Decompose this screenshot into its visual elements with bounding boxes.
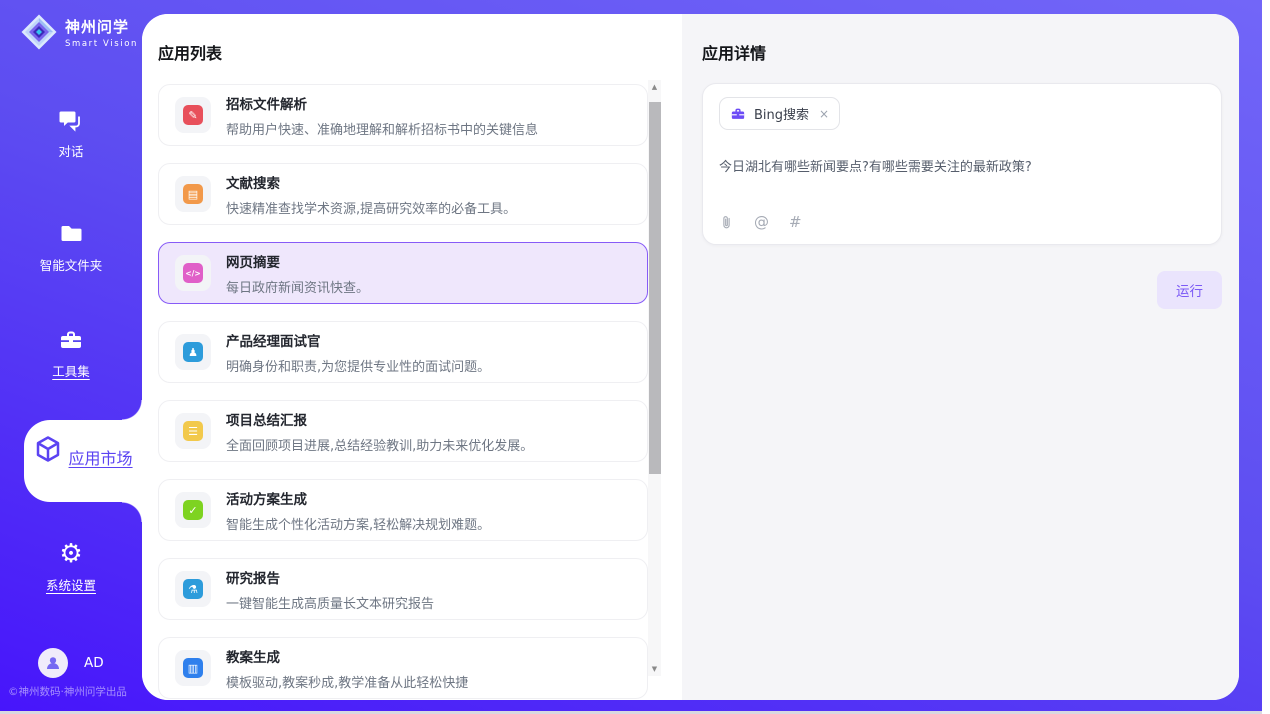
folder-icon	[0, 220, 142, 248]
app-description: 每日政府新闻资讯快查。	[226, 277, 369, 296]
app-name: 项目总结汇报	[226, 409, 533, 429]
person-icon	[44, 654, 62, 672]
app-description: 快速精准查找学术资源,提高研究效率的必备工具。	[226, 198, 516, 217]
brand-tagline: Smart Vision	[65, 39, 138, 49]
hash-icon[interactable]: #	[789, 213, 802, 231]
tool-chip-bing-search[interactable]: Bing搜索 ×	[719, 97, 840, 130]
avatar[interactable]	[38, 648, 68, 678]
app-card[interactable]: ⚗ 研究报告 一键智能生成高质量长文本研究报告	[158, 558, 648, 620]
brand-diamond-icon	[20, 13, 58, 51]
chip-close-icon[interactable]: ×	[819, 107, 829, 121]
app-description: 一键智能生成高质量长文本研究报告	[226, 593, 434, 612]
paperclip-icon[interactable]	[719, 214, 734, 231]
app-name: 产品经理面试官	[226, 330, 490, 350]
attachment-toolbar: @ #	[719, 213, 802, 231]
sidebar-item-label: 智能文件夹	[0, 255, 142, 274]
app-icon: ♟	[175, 334, 211, 370]
webpage-code-icon: </>	[183, 263, 203, 283]
app-list-pane: 应用列表 ✎ 招标文件解析 帮助用户快速、准确地理解和解析招标书中的关键信息 ▤…	[142, 14, 682, 700]
books-icon: ▥	[183, 658, 203, 678]
briefcase-icon	[730, 107, 746, 121]
cube-icon	[33, 449, 68, 468]
app-card[interactable]: ♟ 产品经理面试官 明确身份和职责,为您提供专业性的面试问题。	[158, 321, 648, 383]
edit-icon: ✎	[183, 105, 203, 125]
app-name: 教案生成	[226, 646, 468, 666]
app-icon: ☰	[175, 413, 211, 449]
at-icon[interactable]: @	[754, 213, 769, 231]
brand-logo: 神州问学 Smart Vision	[20, 13, 138, 51]
book-icon: ▤	[183, 184, 203, 204]
app-name: 网页摘要	[226, 251, 369, 271]
tool-chip-label: Bing搜索	[754, 104, 809, 123]
gear-icon: ⚙	[0, 540, 142, 568]
sidebar-item-4[interactable]: 应用市场	[24, 420, 142, 502]
app-card[interactable]: ▤ 文献搜索 快速精准查找学术资源,提高研究效率的必备工具。	[158, 163, 648, 225]
app-description: 智能生成个性化活动方案,轻松解决规划难题。	[226, 514, 490, 533]
app-card-list: ✎ 招标文件解析 帮助用户快速、准确地理解和解析招标书中的关键信息 ▤ 文献搜索…	[158, 84, 648, 700]
toolbox-icon	[0, 326, 142, 354]
interviewer-icon: ♟	[183, 342, 203, 362]
brand-name: 神州问学	[65, 16, 138, 37]
app-icon: </>	[175, 255, 211, 291]
app-description: 全面回顾项目进展,总结经验教训,助力未来优化发展。	[226, 435, 533, 454]
app-detail-title: 应用详情	[702, 40, 766, 64]
user-initials: AD	[84, 655, 104, 671]
copyright-footer: ©神州数码·神州问学出品	[8, 684, 127, 699]
user-account[interactable]: AD	[38, 648, 104, 678]
app-card[interactable]: ☰ 项目总结汇报 全面回顾项目进展,总结经验教训,助力未来优化发展。	[158, 400, 648, 462]
run-button[interactable]: 运行	[1157, 271, 1222, 309]
sidebar: 神州问学 Smart Vision 对话 智能文件夹 工具集 应用市场 ⚙ 系统…	[0, 0, 142, 711]
microscope-icon: ⚗	[183, 579, 203, 599]
app-card[interactable]: ✓ 活动方案生成 智能生成个性化活动方案,轻松解决规划难题。	[158, 479, 648, 541]
run-row: 运行	[1157, 271, 1222, 309]
sidebar-item-label: 系统设置	[0, 575, 142, 594]
app-name: 活动方案生成	[226, 488, 490, 508]
app-icon: ▥	[175, 650, 211, 686]
app-icon: ✎	[175, 97, 211, 133]
chat-icon	[0, 106, 142, 134]
app-card[interactable]: </> 网页摘要 每日政府新闻资讯快查。	[158, 242, 648, 304]
app-icon: ✓	[175, 492, 211, 528]
prompt-card: Bing搜索 × 今日湖北有哪些新闻要点?有哪些需要关注的最新政策? @ #	[702, 83, 1222, 245]
app-name: 招标文件解析	[226, 93, 538, 113]
scrollbar-thumb[interactable]	[649, 102, 661, 474]
sidebar-item-3[interactable]: 工具集	[0, 326, 142, 380]
app-list-title: 应用列表	[158, 40, 222, 64]
sidebar-item-label: 应用市场	[69, 449, 133, 468]
clipboard-check-icon: ✓	[183, 500, 203, 520]
sidebar-item-5[interactable]: ⚙ 系统设置	[0, 540, 142, 594]
app-description: 明确身份和职责,为您提供专业性的面试问题。	[226, 356, 490, 375]
sidebar-item-2[interactable]: 智能文件夹	[0, 220, 142, 274]
sidebar-item-label: 工具集	[0, 361, 142, 380]
notes-icon: ☰	[183, 421, 203, 441]
app-name: 研究报告	[226, 567, 434, 587]
scrollbar-up-button[interactable]: ▲	[648, 80, 661, 94]
app-icon: ▤	[175, 176, 211, 212]
scrollbar-down-button[interactable]: ▼	[648, 662, 661, 676]
app-detail-pane: 应用详情 Bing搜索 × 今日湖北有哪些新闻要点?有哪些需要关注的最新政策? …	[682, 14, 1239, 700]
sidebar-item-1[interactable]: 对话	[0, 106, 142, 160]
app-name: 文献搜索	[226, 172, 516, 192]
app-description: 模板驱动,教案秒成,教学准备从此轻松快捷	[226, 672, 468, 691]
main-content: 应用列表 ✎ 招标文件解析 帮助用户快速、准确地理解和解析招标书中的关键信息 ▤…	[142, 14, 1239, 700]
sidebar-item-label: 对话	[0, 141, 142, 160]
list-scrollbar[interactable]: ▲ ▼	[648, 80, 661, 676]
app-card[interactable]: ✎ 招标文件解析 帮助用户快速、准确地理解和解析招标书中的关键信息	[158, 84, 648, 146]
app-description: 帮助用户快速、准确地理解和解析招标书中的关键信息	[226, 119, 538, 138]
app-icon: ⚗	[175, 571, 211, 607]
prompt-text[interactable]: 今日湖北有哪些新闻要点?有哪些需要关注的最新政策?	[719, 156, 1205, 175]
app-card[interactable]: ▥ 教案生成 模板驱动,教案秒成,教学准备从此轻松快捷	[158, 637, 648, 699]
